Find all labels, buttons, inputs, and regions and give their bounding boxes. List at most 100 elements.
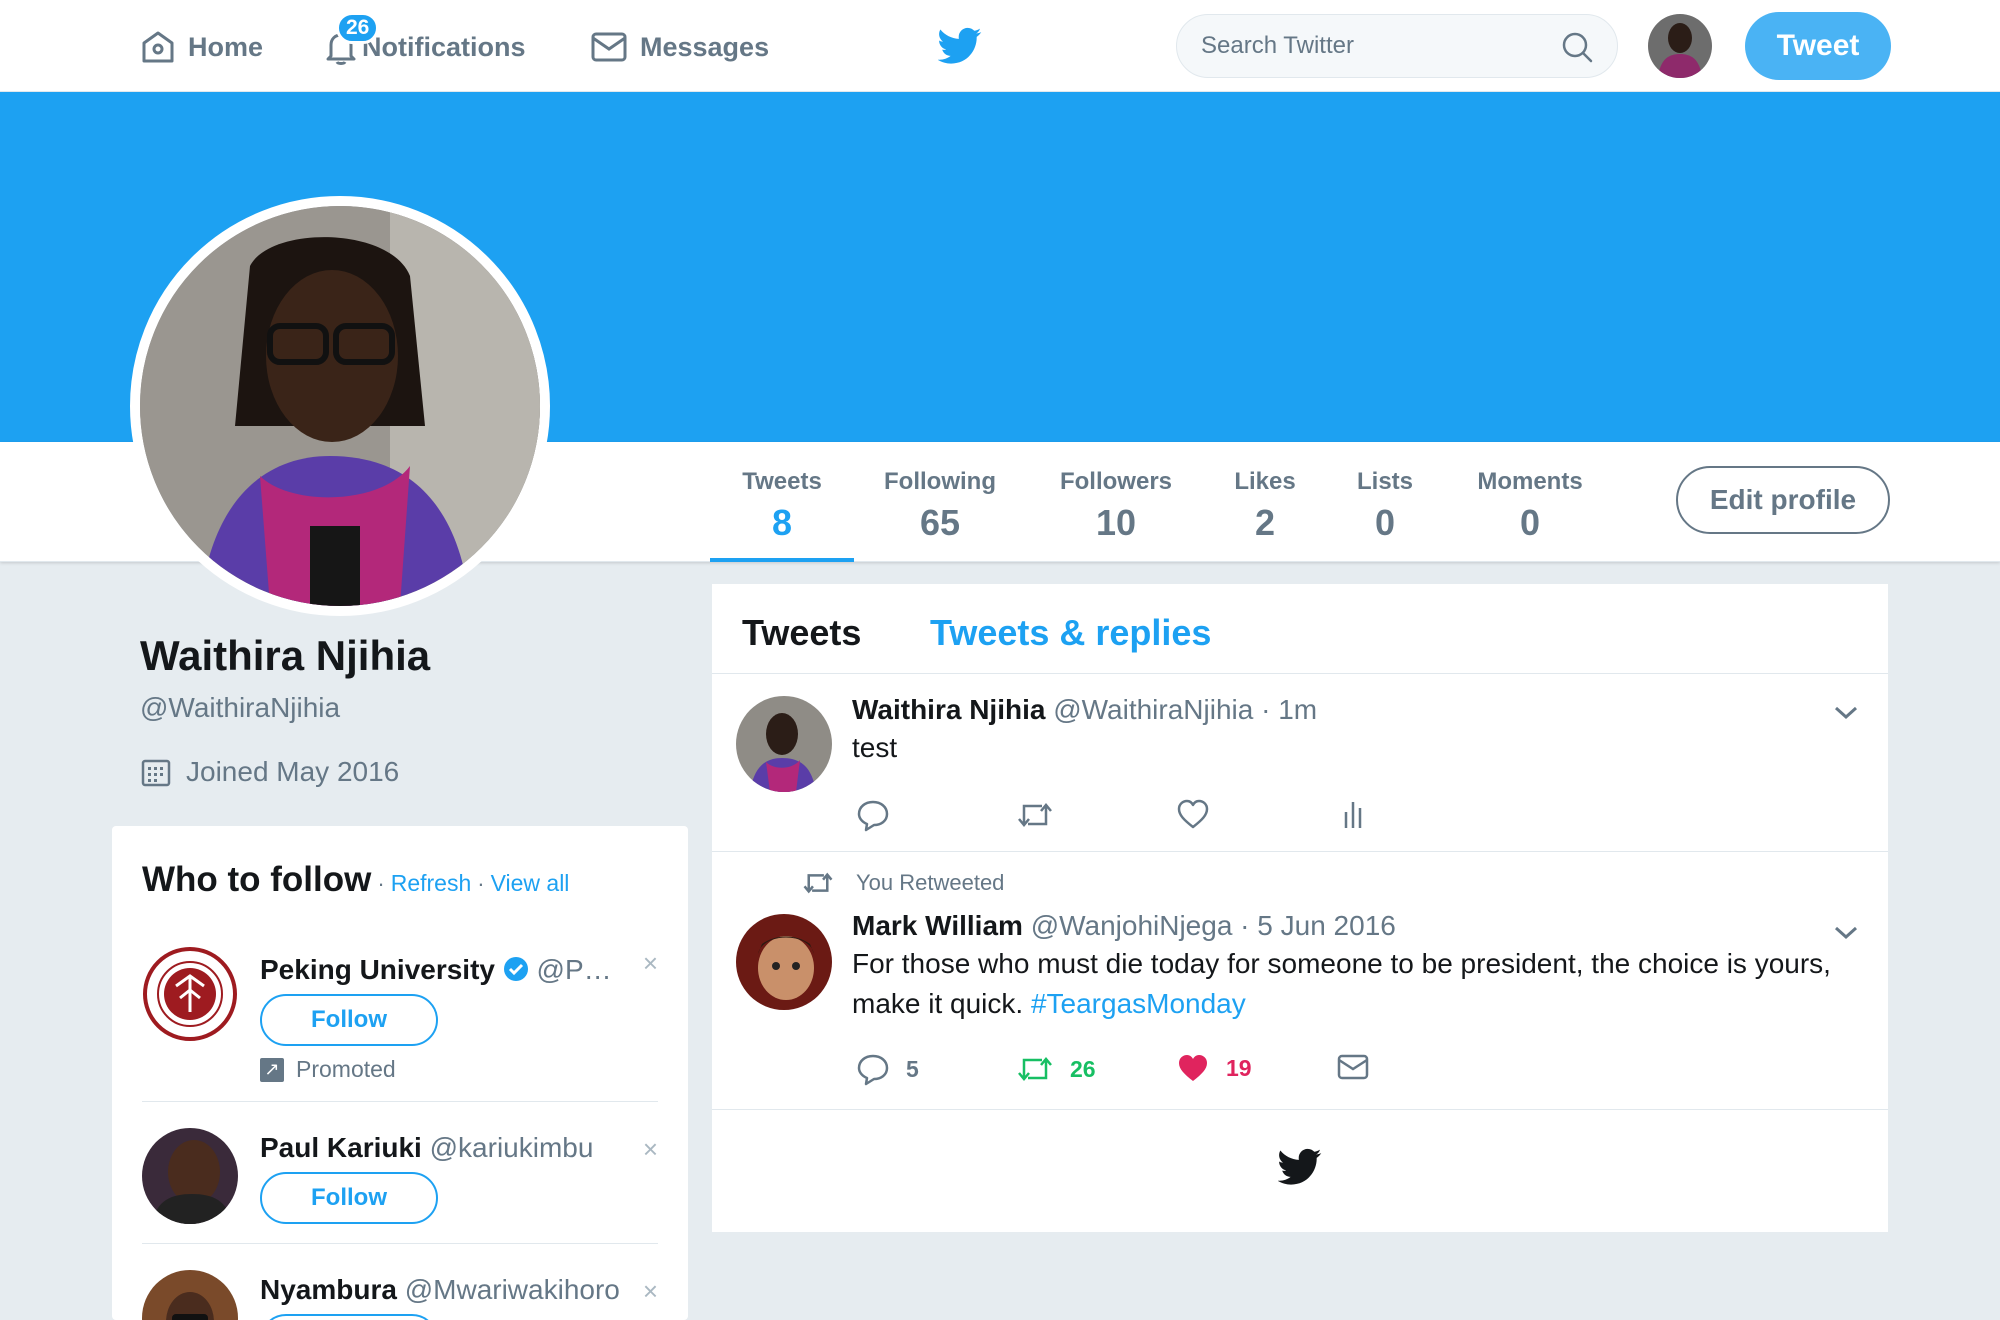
suggested-account: Peking University @P… × Follow ↗ Promote… [142, 934, 658, 1102]
compose-tweet-button[interactable]: Tweet [1745, 12, 1891, 80]
stat-likes[interactable]: Likes 2 [1226, 442, 1304, 562]
reply-count: 5 [906, 1055, 919, 1082]
follow-button[interactable]: Follow [260, 1172, 438, 1224]
retweet-action[interactable]: 26 [1016, 1052, 1096, 1086]
verified-badge-icon [503, 957, 528, 981]
suggested-account: Nyambura @Mwariwakihoro × [142, 1244, 658, 1320]
stat-value: 65 [919, 502, 961, 543]
nav-notifications-label: Notifications [362, 31, 526, 62]
notifications-count-badge: 26 [336, 12, 380, 44]
stat-value: 2 [1254, 502, 1276, 543]
nyambura-avatar[interactable] [142, 1270, 238, 1320]
separator-dot: · [377, 871, 385, 896]
profile-avatar[interactable] [130, 196, 550, 616]
hashtag-link[interactable]: #TeargasMonday [1031, 988, 1246, 1019]
stat-label: Tweets [742, 468, 822, 495]
stat-lists[interactable]: Lists 0 [1350, 442, 1420, 562]
retweet-icon [1018, 803, 1052, 827]
separator-dot: · [477, 871, 485, 896]
stat-label: Followers [1059, 468, 1173, 495]
tweet-meta[interactable]: @WaithiraNjihia · 1m [1045, 694, 1317, 725]
suggested-account: Paul Kariuki @kariukimbu × Follow [142, 1102, 658, 1244]
search-icon[interactable] [1561, 31, 1593, 63]
suggested-account-name[interactable]: Nyambura @Mwariwakihoro [260, 1274, 620, 1306]
twitter-bird-logo-icon[interactable] [937, 26, 982, 71]
top-navigation-bar: Home 26 Notifications Messages Tweet [0, 0, 2000, 92]
profile-timeline: Tweets Tweets & replies Waithira Njihia … [712, 584, 1888, 1232]
like-count: 19 [1226, 1054, 1252, 1081]
stat-value: 10 [1095, 502, 1137, 543]
direct-message-action[interactable] [1336, 1052, 1370, 1082]
dismiss-suggestion-icon[interactable]: × [643, 1276, 658, 1307]
profile-name[interactable]: Waithira Njihia [140, 632, 430, 680]
reply-action[interactable]: 5 [856, 1052, 919, 1086]
tweet-author-name[interactable]: Mark William [852, 910, 1023, 941]
reply-icon [857, 1054, 889, 1086]
analytics-action[interactable] [1340, 798, 1370, 830]
account-handle: @kariukimbu [429, 1132, 594, 1163]
tweet-meta[interactable]: @WanjohiNjega · 5 Jun 2016 [1023, 910, 1396, 941]
tab-tweets[interactable]: Tweets [742, 612, 861, 654]
retweet-icon [1018, 1057, 1052, 1081]
retweet-context-text: You Retweeted [856, 870, 1005, 895]
reply-action[interactable] [856, 798, 890, 832]
nav-notifications[interactable]: 26 Notifications [322, 12, 526, 68]
tweet-header: Waithira Njihia @WaithiraNjihia · 1m [852, 694, 1317, 726]
follow-button[interactable] [260, 1314, 438, 1320]
paul-kariuki-avatar[interactable] [142, 1128, 238, 1224]
account-name: Peking University [260, 954, 495, 985]
like-action[interactable] [1176, 798, 1210, 830]
reply-icon [857, 800, 889, 832]
tweet-actions [856, 798, 1456, 838]
profile-handle[interactable]: @WaithiraNjihia [140, 692, 340, 724]
stat-value: 0 [1374, 502, 1396, 543]
account-name: Nyambura [260, 1274, 397, 1305]
stat-label: Moments [1477, 468, 1583, 495]
tweet-author-avatar[interactable] [736, 696, 832, 792]
profile-joined-date: Joined May 2016 [140, 756, 399, 788]
timeline-tabs: Tweets Tweets & replies [712, 584, 1888, 674]
stat-label: Lists [1356, 468, 1413, 495]
search-input[interactable] [1201, 15, 1541, 77]
promoted-text: Promoted [296, 1056, 396, 1082]
suggested-account-name[interactable]: Peking University @P… [260, 954, 612, 986]
refresh-link[interactable]: Refresh [391, 870, 472, 897]
nav-messages[interactable]: Messages [590, 26, 769, 68]
dismiss-suggestion-icon[interactable]: × [643, 1134, 658, 1165]
who-to-follow-title: Who to follow [142, 860, 372, 899]
chevron-down-icon[interactable] [1832, 922, 1860, 942]
tweet-author-name[interactable]: Waithira Njihia [852, 694, 1045, 725]
tweet-author-avatar[interactable] [736, 914, 832, 1010]
tweet-actions: 5 26 19 [856, 1052, 1456, 1092]
like-action[interactable]: 19 [1176, 1052, 1252, 1084]
stat-followers[interactable]: Followers 10 [1056, 442, 1176, 562]
stat-moments[interactable]: Moments 0 [1468, 442, 1592, 562]
search-box[interactable] [1176, 14, 1618, 78]
envelope-icon [591, 32, 627, 62]
edit-profile-button[interactable]: Edit profile [1676, 466, 1890, 534]
chevron-down-icon[interactable] [1832, 702, 1860, 722]
stat-following[interactable]: Following 65 [880, 442, 1000, 562]
retweet-action[interactable] [1016, 798, 1054, 832]
suggested-account-name[interactable]: Paul Kariuki @kariukimbu [260, 1132, 593, 1164]
peking-university-avatar[interactable] [142, 946, 238, 1042]
stat-label: Likes [1234, 468, 1296, 495]
retweet-count: 26 [1070, 1055, 1096, 1082]
who-to-follow-module: Who to follow · Refresh · View all Pekin… [112, 826, 688, 1320]
dismiss-suggestion-icon[interactable]: × [643, 948, 658, 979]
heart-filled-icon [1179, 1055, 1207, 1081]
promoted-arrow-icon: ↗ [260, 1057, 284, 1082]
tweet[interactable]: Waithira Njihia @WaithiraNjihia · 1m tes… [712, 674, 1888, 852]
nav-messages-label: Messages [640, 31, 770, 62]
tweet-text-body: For those who must die today for someone… [852, 948, 1831, 1019]
joined-text: Joined May 2016 [186, 756, 400, 787]
follow-button[interactable]: Follow [260, 994, 438, 1046]
stat-tweets[interactable]: Tweets 8 [710, 442, 854, 562]
view-all-link[interactable]: View all [491, 870, 570, 897]
nav-user-avatar[interactable] [1648, 14, 1712, 78]
stat-label: Following [884, 468, 996, 495]
nav-home[interactable]: Home [140, 26, 263, 68]
tweet[interactable]: You Retweeted Mark William @WanjohiNjega… [712, 852, 1888, 1110]
account-handle: @P… [536, 954, 612, 985]
tab-tweets-and-replies[interactable]: Tweets & replies [930, 612, 1211, 654]
